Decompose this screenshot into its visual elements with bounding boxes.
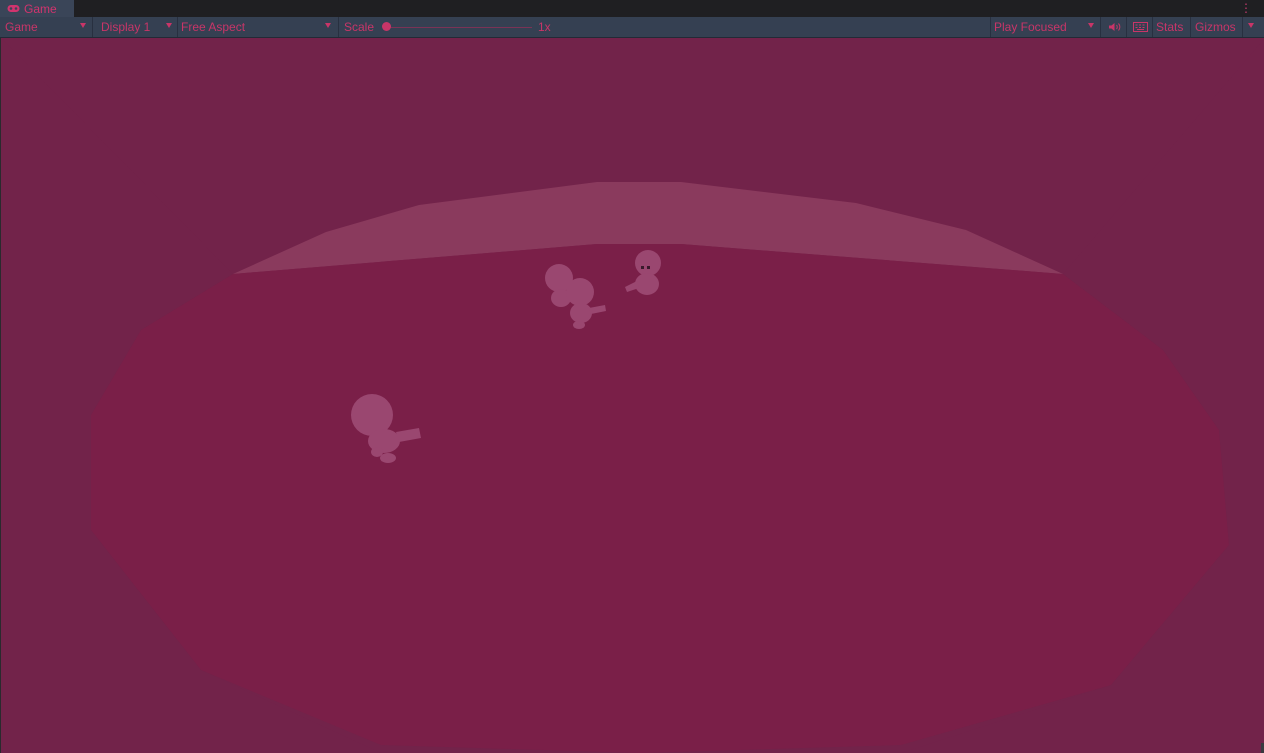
keyboard-icon	[1132, 22, 1148, 32]
gizmos-chevron-down-icon[interactable]	[1248, 23, 1254, 28]
divider	[990, 17, 991, 37]
divider	[92, 17, 93, 37]
aspect-label: Free Aspect	[181, 20, 246, 34]
tab-game[interactable]: Game	[0, 0, 74, 17]
divider	[1152, 17, 1153, 37]
game-viewport[interactable]	[0, 38, 1264, 753]
play-mode-label: Play Focused	[994, 20, 1067, 34]
speaker-icon	[1108, 23, 1120, 31]
scale-slider-track[interactable]	[388, 27, 532, 28]
divider	[1126, 17, 1127, 37]
play-mode-dropdown[interactable]: Play Focused	[994, 17, 1098, 37]
scale-slider-thumb[interactable]	[382, 22, 391, 31]
tab-label: Game	[24, 1, 57, 16]
scale-value: 1x	[538, 17, 551, 37]
display-chevron-down-icon	[166, 23, 172, 28]
shortcuts-button[interactable]	[1129, 17, 1151, 37]
aspect-dropdown[interactable]: Free Aspect	[181, 17, 336, 37]
gizmos-button[interactable]: Gizmos	[1195, 17, 1240, 37]
divider	[338, 17, 339, 37]
mute-audio-button[interactable]	[1104, 17, 1124, 37]
view-mode-dropdown[interactable]: Game	[5, 17, 91, 37]
game-scene	[1, 38, 1264, 753]
divider	[177, 17, 178, 37]
display-dropdown[interactable]: Display 1	[101, 17, 176, 37]
scale-label-text: Scale	[344, 20, 375, 34]
stats-button[interactable]: Stats	[1156, 17, 1190, 37]
divider	[1100, 17, 1101, 37]
gizmos-label: Gizmos	[1195, 20, 1236, 34]
view-mode-chevron-down-icon	[80, 23, 86, 28]
aspect-chevron-down-icon	[325, 23, 331, 28]
play-mode-chevron-down-icon	[1088, 23, 1094, 28]
scale-value-text: 1x	[538, 20, 551, 34]
view-mode-label: Game	[5, 20, 38, 34]
display-label: Display 1	[101, 20, 151, 34]
tab-strip: Game ⋮	[0, 0, 1264, 17]
divider	[1242, 17, 1243, 37]
arena-floor	[91, 244, 1229, 753]
scale-label: Scale	[344, 17, 374, 37]
kebab-menu-icon[interactable]: ⋮	[1240, 1, 1252, 15]
game-view-toolbar: Game Display 1 Free Aspect Scale 1x Play…	[0, 17, 1264, 38]
stats-label: Stats	[1156, 20, 1184, 34]
game-controller-icon	[7, 4, 20, 13]
divider	[1190, 17, 1191, 37]
